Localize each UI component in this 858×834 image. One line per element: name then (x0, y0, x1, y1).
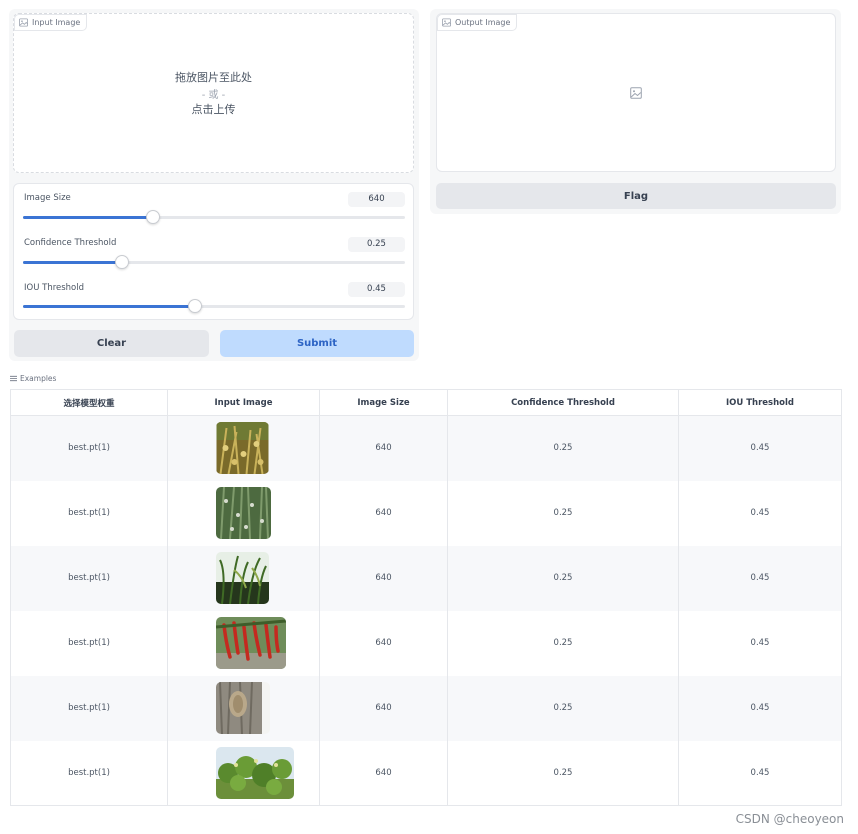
slider-thumb[interactable] (145, 210, 160, 224)
table-row[interactable]: best.pt(1) 640 0.25 0.45 (10, 675, 842, 741)
examples-table: 选择模型权重 Input Image Image Size Confidence… (10, 389, 842, 806)
slider-track[interactable] (23, 299, 405, 313)
weights-cell: best.pt(1) (10, 610, 168, 676)
submit-button[interactable]: Submit (220, 330, 414, 357)
image-icon (19, 18, 28, 27)
output-image-box: Output Image (436, 13, 836, 172)
slider-fill (23, 216, 153, 219)
size-cell: 640 (319, 480, 448, 546)
flag-button[interactable]: Flag (436, 183, 836, 209)
iou-cell: 0.45 (678, 545, 842, 611)
size-cell: 640 (319, 415, 448, 481)
column-header: 选择模型权重 (10, 389, 168, 416)
column-header: Image Size (319, 389, 448, 416)
slider-thumb[interactable] (187, 299, 202, 313)
iou-cell: 0.45 (678, 610, 842, 676)
table-row[interactable]: best.pt(1) 640 0.25 0.45 (10, 610, 842, 676)
table-row[interactable]: best.pt(1) 640 0.25 0.45 (10, 545, 842, 611)
slider-track[interactable] (23, 255, 405, 269)
image-size-number-input[interactable]: 640 (348, 192, 405, 207)
iou-cell: 0.45 (678, 740, 842, 806)
examples-header: Examples (10, 374, 56, 383)
slider-label: Image Size (24, 193, 71, 203)
weights-cell: best.pt(1) (10, 415, 168, 481)
conf-cell: 0.25 (447, 545, 679, 611)
output-image-label: Output Image (437, 14, 518, 31)
weights-cell: best.pt(1) (10, 480, 168, 546)
iou-cell: 0.45 (678, 480, 842, 546)
column-header: IOU Threshold (678, 389, 842, 416)
or-text: - 或 - (201, 90, 226, 101)
iou-number-input[interactable]: 0.45 (348, 282, 405, 297)
leafy-plant-thumbnail (216, 746, 294, 799)
table-row[interactable]: best.pt(1) 640 0.25 0.45 (10, 740, 842, 806)
table-row[interactable]: best.pt(1) 640 0.25 0.45 (10, 480, 842, 546)
slider-track[interactable] (23, 210, 405, 224)
size-cell: 640 (319, 740, 448, 806)
green-crop-thumbnail (216, 487, 271, 539)
image-cell (167, 415, 320, 481)
image-icon (442, 18, 451, 27)
table-header-row: 选择模型权重 Input Image Image Size Confidence… (10, 389, 842, 416)
rice-plant-thumbnail (216, 552, 269, 604)
empty-image-placeholder-icon (630, 87, 642, 99)
conf-cell: 0.25 (447, 675, 679, 741)
slider-fill (23, 305, 195, 308)
slider-label: Confidence Threshold (24, 238, 117, 248)
image-upload-dropzone[interactable]: Input Image 拖放图片至此处 - 或 - 点击上传 (13, 13, 414, 173)
image-cell (167, 675, 320, 741)
weights-cell: best.pt(1) (10, 545, 168, 611)
iou-cell: 0.45 (678, 415, 842, 481)
conf-cell: 0.25 (447, 740, 679, 806)
list-icon (10, 375, 17, 382)
column-header: Input Image (167, 389, 320, 416)
size-cell: 640 (319, 675, 448, 741)
clear-button[interactable]: Clear (14, 330, 209, 357)
weights-cell: best.pt(1) (10, 740, 168, 806)
slider-thumb[interactable] (115, 255, 130, 269)
sliders-group: Image Size 640 Confidence Threshold 0.25… (13, 183, 414, 320)
watermark: CSDN @cheoyeon (735, 812, 844, 826)
image-cell (167, 480, 320, 546)
conf-cell: 0.25 (447, 415, 679, 481)
wheat-field-thumbnail (216, 422, 269, 475)
conf-cell: 0.25 (447, 610, 679, 676)
image-cell (167, 740, 320, 806)
iou-cell: 0.45 (678, 675, 842, 741)
image-cell (167, 610, 320, 676)
conf-cell: 0.25 (447, 480, 679, 546)
tree-bark-thumbnail (216, 682, 270, 734)
drop-text: 拖放图片至此处 (175, 71, 252, 84)
confidence-number-input[interactable]: 0.25 (348, 237, 405, 252)
red-chili-thumbnail (216, 617, 286, 669)
input-image-label: Input Image (14, 14, 88, 31)
weights-cell: best.pt(1) (10, 675, 168, 741)
slider-fill (23, 261, 123, 264)
size-cell: 640 (319, 610, 448, 676)
table-row[interactable]: best.pt(1) 640 0.25 0.45 (10, 415, 842, 481)
size-cell: 640 (319, 545, 448, 611)
image-cell (167, 545, 320, 611)
column-header: Confidence Threshold (447, 389, 679, 416)
slider-label: IOU Threshold (24, 283, 85, 293)
click-upload-text: 点击上传 (191, 103, 236, 116)
